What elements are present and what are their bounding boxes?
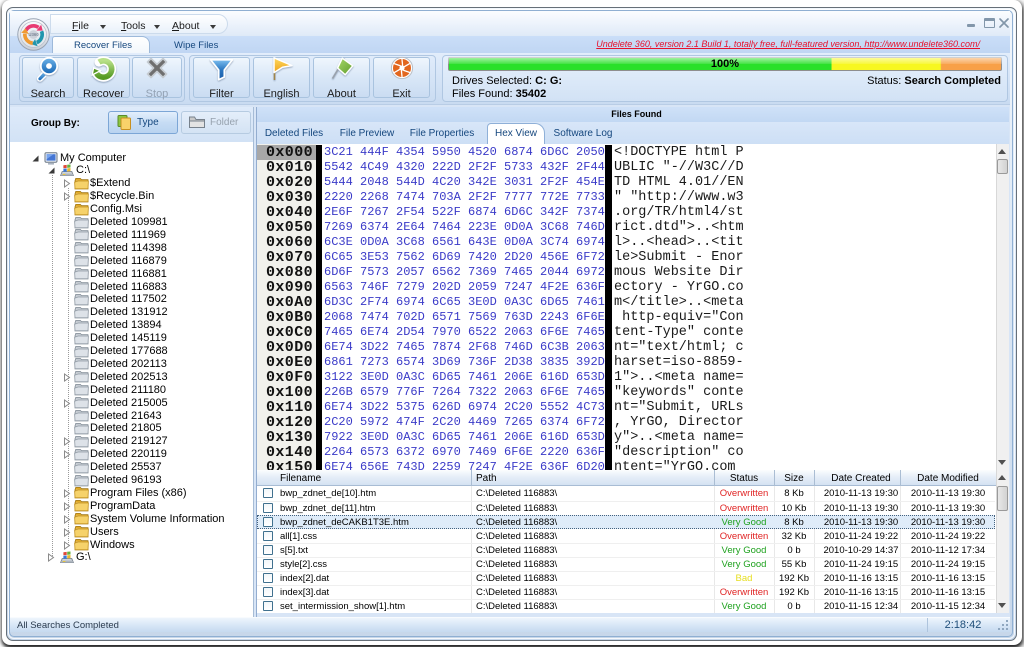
svg-text:U360: U360 <box>28 32 39 37</box>
